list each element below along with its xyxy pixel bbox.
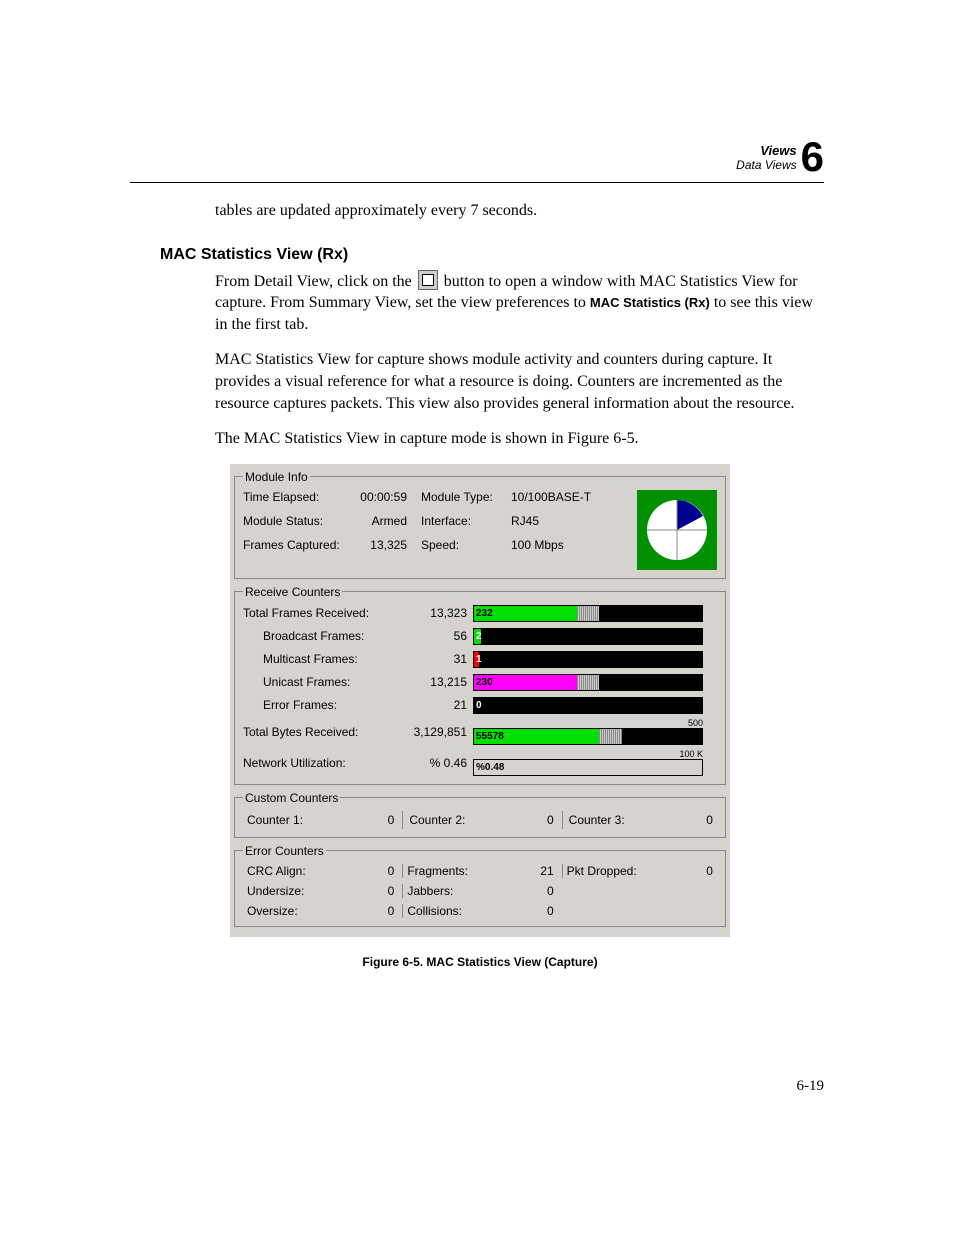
fragments-value: 21 xyxy=(540,864,553,878)
total-bytes-label: Total Bytes Received: xyxy=(243,725,403,739)
receive-counters-group: Receive Counters Total Frames Received: … xyxy=(234,585,726,785)
counter2-value: 0 xyxy=(547,813,554,827)
collisions-value: 0 xyxy=(547,904,554,918)
intro-paragraph: tables are updated approximately every 7… xyxy=(215,200,824,222)
total-bytes-value: 3,129,851 xyxy=(403,725,473,739)
counter3-label: Counter 3: xyxy=(569,813,625,827)
error-frames-value: 21 xyxy=(403,698,473,712)
jabbers-label: Jabbers: xyxy=(407,884,453,898)
paragraph-1: From Detail View, click on the button to… xyxy=(215,270,824,336)
receive-counters-legend: Receive Counters xyxy=(243,585,342,599)
pie-chart-icon xyxy=(637,490,717,570)
multicast-value: 31 xyxy=(403,652,473,666)
crc-value: 0 xyxy=(388,864,395,878)
error-frames-label: Error Frames: xyxy=(243,698,403,712)
total-bytes-max: 500 xyxy=(473,718,703,728)
module-status-value: Armed xyxy=(353,514,413,528)
custom-counters-group: Custom Counters Counter 1: 0 Counter 2: … xyxy=(234,791,726,838)
mac-stats-button-icon[interactable] xyxy=(418,270,438,290)
time-elapsed-value: 00:00:59 xyxy=(353,490,413,504)
interface-value: RJ45 xyxy=(511,514,611,528)
frames-captured-label: Frames Captured: xyxy=(243,538,353,552)
error-counters-group: Error Counters CRC Align: 0 Fragments: 2… xyxy=(234,844,726,927)
total-frames-value: 13,323 xyxy=(403,606,473,620)
crc-label: CRC Align: xyxy=(247,864,306,878)
multicast-bar: 1 xyxy=(473,651,703,668)
time-elapsed-label: Time Elapsed: xyxy=(243,490,353,504)
netutil-value: % 0.46 xyxy=(403,756,473,770)
paragraph-2: MAC Statistics View for capture shows mo… xyxy=(215,349,824,414)
module-status-label: Module Status: xyxy=(243,514,353,528)
header-subsection: Data Views xyxy=(736,158,796,172)
undersize-label: Undersize: xyxy=(247,884,304,898)
page-number: 6-19 xyxy=(797,1078,825,1095)
counter3-value: 0 xyxy=(706,813,713,827)
unicast-label: Unicast Frames: xyxy=(243,675,403,689)
page-header: Views Data Views 6 xyxy=(736,140,824,174)
counter1-value: 0 xyxy=(388,813,395,827)
header-rule xyxy=(130,182,824,183)
custom-counters-legend: Custom Counters xyxy=(243,791,340,805)
counter2-label: Counter 2: xyxy=(409,813,465,827)
broadcast-label: Broadcast Frames: xyxy=(243,629,403,643)
counter1-label: Counter 1: xyxy=(247,813,303,827)
paragraph-3: The MAC Statistics View in capture mode … xyxy=(215,428,824,450)
module-info-group: Module Info Time Elapsed: 00:00:59 Modul… xyxy=(234,470,726,579)
total-frames-label: Total Frames Received: xyxy=(243,606,403,620)
unicast-value: 13,215 xyxy=(403,675,473,689)
netutil-label: Network Utilization: xyxy=(243,756,403,770)
unicast-bar: 230 xyxy=(473,674,703,691)
netutil-max: 100 K xyxy=(473,749,703,759)
oversize-value: 0 xyxy=(388,904,395,918)
multicast-label: Multicast Frames: xyxy=(243,652,403,666)
chapter-number: 6 xyxy=(801,140,824,174)
module-info-legend: Module Info xyxy=(243,470,310,484)
module-type-label: Module Type: xyxy=(421,490,511,504)
error-counters-legend: Error Counters xyxy=(243,844,326,858)
total-bytes-bar: 55578 xyxy=(473,728,703,745)
broadcast-bar: 2 xyxy=(473,628,703,645)
header-section: Views xyxy=(736,143,796,158)
p1-bold: MAC Statistics (Rx) xyxy=(590,295,710,310)
oversize-label: Oversize: xyxy=(247,904,298,918)
module-type-value: 10/100BASE-T xyxy=(511,490,611,504)
jabbers-value: 0 xyxy=(547,884,554,898)
interface-label: Interface: xyxy=(421,514,511,528)
frames-captured-value: 13,325 xyxy=(353,538,413,552)
netutil-bar: %0.48 xyxy=(473,759,703,776)
speed-value: 100 Mbps xyxy=(511,538,611,552)
pkt-dropped-value: 0 xyxy=(706,864,713,878)
figure-caption: Figure 6-5. MAC Statistics View (Capture… xyxy=(230,955,730,969)
speed-label: Speed: xyxy=(421,538,511,552)
p1-a: From Detail View, click on the xyxy=(215,273,416,290)
pkt-dropped-label: Pkt Dropped: xyxy=(567,864,637,878)
section-heading: MAC Statistics View (Rx) xyxy=(160,246,824,264)
broadcast-value: 56 xyxy=(403,629,473,643)
undersize-value: 0 xyxy=(388,884,395,898)
fragments-label: Fragments: xyxy=(407,864,468,878)
collisions-label: Collisions: xyxy=(407,904,462,918)
total-frames-bar: 232 xyxy=(473,605,703,622)
mac-statistics-figure: Module Info Time Elapsed: 00:00:59 Modul… xyxy=(230,464,730,937)
error-frames-bar: 0 xyxy=(473,697,703,714)
